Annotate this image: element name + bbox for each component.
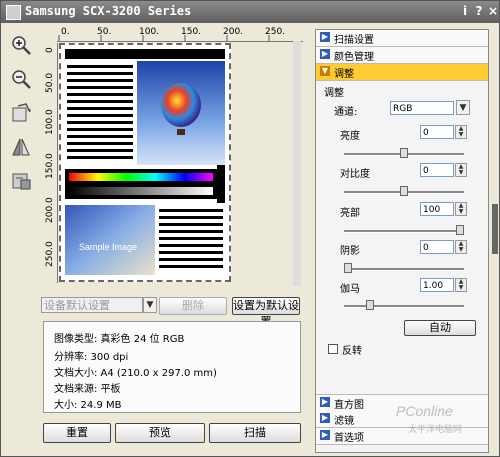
highlight-track [344, 230, 464, 233]
scan-button[interactable]: 扫描 [209, 423, 301, 443]
horizontal-ruler: 0. 50. 100. 150. 200. 250. [57, 27, 303, 42]
resolution-text: 分辨率: 300 dpi [54, 352, 129, 363]
h-tick-200: 200. [223, 27, 243, 37]
set-default-button[interactable]: 设置为默认设置 [232, 297, 300, 328]
gamma-track [344, 305, 464, 308]
gamma-stepper[interactable]: ▲ ▼ [455, 278, 467, 292]
preview-scrollbar[interactable] [293, 41, 301, 286]
brightness-input[interactable]: 0 [420, 125, 454, 139]
tool-column [7, 31, 37, 201]
invert-checkbox[interactable] [328, 344, 338, 354]
panel-scrollbar[interactable] [491, 29, 499, 453]
watermark-brand: PConline [396, 403, 453, 419]
image-type-text: 图像类型: 真彩色 24 位 RGB [54, 334, 185, 345]
contrast-input[interactable]: 0 [420, 163, 454, 177]
gamma-label: 伽马 [340, 284, 360, 295]
h-tick-0: 0. [61, 27, 70, 37]
scan-preview-area[interactable]: Sample Image [59, 43, 231, 282]
shadow-track [344, 268, 464, 271]
v-tick-0: 0 [45, 47, 55, 53]
v-tick-50: 50.0 [45, 73, 55, 93]
zoom-out-icon[interactable] [7, 65, 35, 93]
adjust-title: 调整 [324, 88, 344, 99]
reset-button[interactable]: 重置 [43, 423, 111, 443]
channel-label: 通道: [334, 107, 358, 118]
window-title: Samsung SCX-3200 Series [25, 4, 192, 18]
gamma-slider[interactable] [366, 300, 375, 310]
close-button[interactable]: × [486, 4, 500, 19]
section-label: 调整 [334, 69, 354, 80]
help-button[interactable]: i [458, 4, 472, 19]
sample-image-label: Sample Image [79, 242, 137, 252]
v-tick-200: 200.0 [45, 197, 55, 223]
preview-image: Sample Image [65, 49, 225, 275]
chevron-down-icon: ▼ [320, 66, 330, 76]
gamma-input[interactable]: 1.00 [420, 278, 454, 292]
section-preferences[interactable]: ▶ 首选项 [316, 428, 488, 445]
file-size-text: 大小: 24.9 MB [54, 400, 122, 411]
chevron-right-icon: ▶ [320, 413, 330, 423]
section-label: 首选项 [334, 433, 364, 444]
v-tick-100: 100.0 [45, 109, 55, 135]
delete-preset-button[interactable]: 删除 [159, 297, 227, 315]
watermark-tagline: 太平洋电脑网 [408, 425, 463, 435]
brightness-slider[interactable] [400, 148, 408, 158]
settings-panel: ▶ 扫描设置 ▶ 颜色管理 ▼ 调整 调整 通道: RGB ▼ 亮度 0 ▲ ▼ … [315, 29, 489, 453]
chevron-down-icon[interactable]: ▼ [456, 100, 470, 115]
scanner-window: Samsung SCX-3200 Series i ? × 0. 50. 100… [0, 0, 500, 457]
h-tick-100: 100. [139, 27, 159, 37]
contrast-label: 对比度 [340, 169, 370, 180]
section-label: 滤镜 [334, 416, 354, 427]
highlight-label: 亮部 [340, 208, 360, 219]
h-tick-50: 50. [97, 27, 111, 37]
shadow-stepper[interactable]: ▲ ▼ [455, 240, 467, 254]
flip-icon[interactable] [7, 133, 35, 161]
shadow-slider[interactable] [344, 263, 352, 273]
zoom-in-icon[interactable] [7, 31, 35, 59]
contrast-slider[interactable] [400, 186, 408, 196]
shadow-label: 阴影 [340, 246, 360, 257]
highlight-input[interactable]: 100 [420, 202, 454, 216]
highlight-stepper[interactable]: ▲ ▼ [455, 202, 467, 216]
brightness-label: 亮度 [340, 131, 360, 142]
document-size-text: 文档大小: A4 (210.0 x 297.0 mm) [54, 368, 217, 379]
section-label: 扫描设置 [334, 35, 374, 46]
chevron-down-icon[interactable]: ▼ [143, 297, 157, 313]
document-source-text: 文档来源: 平板 [54, 384, 121, 395]
h-tick-250: 250. [265, 27, 285, 37]
print-preview-icon[interactable] [7, 167, 35, 195]
section-label: 颜色管理 [334, 52, 374, 63]
chevron-right-icon: ▶ [320, 397, 330, 407]
shadow-input[interactable]: 0 [420, 240, 454, 254]
section-color-management[interactable]: ▶ 颜色管理 [316, 47, 488, 64]
h-tick-150: 150. [181, 27, 201, 37]
preview-button[interactable]: 预览 [115, 423, 205, 443]
contrast-stepper[interactable]: ▲ ▼ [455, 163, 467, 177]
section-label: 直方图 [334, 400, 364, 411]
invert-label: 反转 [342, 346, 362, 357]
channel-select[interactable]: RGB [390, 101, 454, 115]
chevron-right-icon: ▶ [320, 49, 330, 59]
app-icon [6, 5, 21, 20]
v-tick-150: 150.0 [45, 153, 55, 179]
highlight-slider[interactable] [456, 225, 464, 235]
section-scan-settings[interactable]: ▶ 扫描设置 [316, 30, 488, 47]
brightness-stepper[interactable]: ▲ ▼ [455, 125, 467, 139]
title-bar: Samsung SCX-3200 Series i ? × [1, 1, 499, 23]
auto-button[interactable]: 自动 [404, 320, 476, 336]
vertical-ruler: 0 50.0 100.0 150.0 200.0 250.0 [45, 43, 58, 283]
v-tick-250: 250.0 [45, 241, 55, 267]
rotate-icon[interactable] [7, 99, 35, 127]
question-button[interactable]: ? [472, 4, 486, 19]
scan-info-box: 图像类型: 真彩色 24 位 RGB 分辨率: 300 dpi 文档大小: A4… [43, 321, 301, 413]
chevron-right-icon: ▶ [320, 32, 330, 42]
chevron-right-icon: ▶ [320, 430, 330, 440]
preset-combo[interactable]: 设备默认设置 [41, 297, 143, 313]
section-adjust[interactable]: ▼ 调整 [316, 64, 488, 81]
